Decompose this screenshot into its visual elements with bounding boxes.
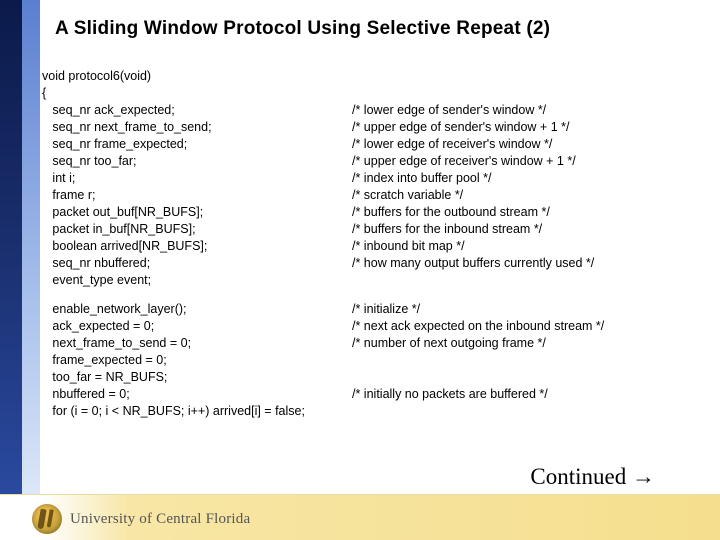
code-comment: /* buffers for the outbound stream */ xyxy=(352,204,550,221)
code-comment: /* inbound bit map */ xyxy=(352,238,465,255)
code-text: seq_nr frame_expected; xyxy=(42,136,352,153)
code-line: next_frame_to_send = 0;/* number of next… xyxy=(42,335,710,352)
code-line: ack_expected = 0;/* next ack expected on… xyxy=(42,318,710,335)
code-text: { xyxy=(42,85,352,102)
code-line: packet out_buf[NR_BUFS];/* buffers for t… xyxy=(42,204,710,221)
ucf-name: University of Central Florida xyxy=(70,511,250,528)
code-line: seq_nr ack_expected;/* lower edge of sen… xyxy=(42,102,710,119)
code-text: int i; xyxy=(42,170,352,187)
ucf-logo: University of Central Florida xyxy=(32,504,250,534)
code-text: seq_nr nbuffered; xyxy=(42,255,352,272)
code-line: boolean arrived[NR_BUFS];/* inbound bit … xyxy=(42,238,710,255)
code-line: seq_nr next_frame_to_send;/* upper edge … xyxy=(42,119,710,136)
code-text: nbuffered = 0; xyxy=(42,386,352,403)
code-text: packet in_buf[NR_BUFS]; xyxy=(42,221,352,238)
code-text: event_type event; xyxy=(42,272,352,289)
code-text: void protocol6(void) xyxy=(42,68,352,85)
code-comment: /* number of next outgoing frame */ xyxy=(352,335,546,352)
code-comment: /* lower edge of receiver's window */ xyxy=(352,136,552,153)
code-line: seq_nr frame_expected;/* lower edge of r… xyxy=(42,136,710,153)
code-comment: /* upper edge of receiver's window + 1 *… xyxy=(352,153,576,170)
code-comment: /* upper edge of sender's window + 1 */ xyxy=(352,119,569,136)
code-comment: /* lower edge of sender's window */ xyxy=(352,102,546,119)
code-comment: /* initialize */ xyxy=(352,301,420,318)
code-text: seq_nr ack_expected; xyxy=(42,102,352,119)
code-text: ack_expected = 0; xyxy=(42,318,352,335)
continued-label: Continued → xyxy=(530,464,655,490)
code-line: nbuffered = 0;/* initially no packets ar… xyxy=(42,386,710,403)
code-text: frame_expected = 0; xyxy=(42,352,352,369)
code-line: packet in_buf[NR_BUFS];/* buffers for th… xyxy=(42,221,710,238)
footer-bar: University of Central Florida xyxy=(0,494,720,540)
code-text: seq_nr too_far; xyxy=(42,153,352,170)
ucf-seal-icon xyxy=(32,504,62,534)
code-text: for (i = 0; i < NR_BUFS; i++) arrived[i]… xyxy=(42,403,352,420)
code-line: void protocol6(void) xyxy=(42,68,710,85)
code-comment: /* initially no packets are buffered */ xyxy=(352,386,548,403)
code-text: boolean arrived[NR_BUFS]; xyxy=(42,238,352,255)
code-text: enable_network_layer(); xyxy=(42,301,352,318)
code-text: packet out_buf[NR_BUFS]; xyxy=(42,204,352,221)
code-comment: /* next ack expected on the inbound stre… xyxy=(352,318,604,335)
code-text: next_frame_to_send = 0; xyxy=(42,335,352,352)
code-text: seq_nr next_frame_to_send; xyxy=(42,119,352,136)
code-line: frame_expected = 0; xyxy=(42,352,710,369)
code-comment: /* how many output buffers currently use… xyxy=(352,255,594,272)
code-line: frame r;/* scratch variable */ xyxy=(42,187,710,204)
code-line: int i;/* index into buffer pool */ xyxy=(42,170,710,187)
code-comment: /* scratch variable */ xyxy=(352,187,463,204)
code-listing: void protocol6(void) { seq_nr ack_expect… xyxy=(42,68,710,420)
code-text: too_far = NR_BUFS; xyxy=(42,369,352,386)
left-band-light xyxy=(22,0,40,495)
left-band-dark xyxy=(0,0,22,495)
code-line: too_far = NR_BUFS; xyxy=(42,369,710,386)
code-line: event_type event; xyxy=(42,272,710,289)
slide: A Sliding Window Protocol Using Selectiv… xyxy=(0,0,720,540)
code-line: { xyxy=(42,85,710,102)
slide-title: A Sliding Window Protocol Using Selectiv… xyxy=(55,18,705,40)
code-line: enable_network_layer();/* initialize */ xyxy=(42,301,710,318)
code-line: seq_nr nbuffered;/* how many output buff… xyxy=(42,255,710,272)
code-comment: /* buffers for the inbound stream */ xyxy=(352,221,542,238)
code-line: seq_nr too_far;/* upper edge of receiver… xyxy=(42,153,710,170)
code-comment: /* index into buffer pool */ xyxy=(352,170,491,187)
code-text: frame r; xyxy=(42,187,352,204)
code-line: for (i = 0; i < NR_BUFS; i++) arrived[i]… xyxy=(42,403,710,420)
